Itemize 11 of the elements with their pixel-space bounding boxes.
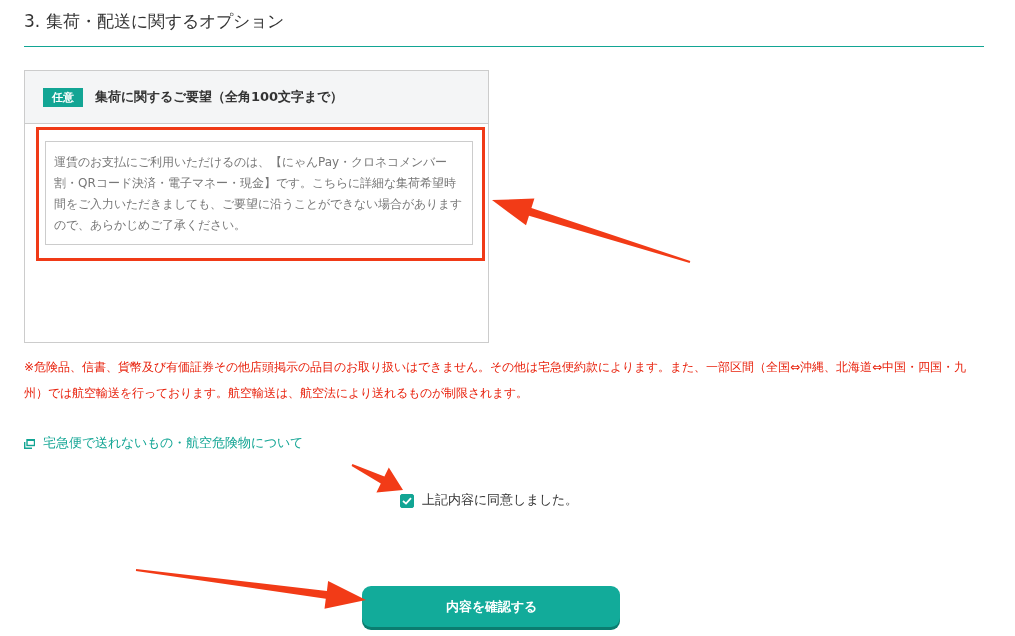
confirm-button[interactable]: 内容を確認する bbox=[362, 586, 620, 627]
optional-badge: 任意 bbox=[43, 87, 83, 107]
external-window-icon bbox=[24, 438, 35, 449]
info-link[interactable]: 宅急便で送れないもの・航空危険物について bbox=[43, 435, 303, 452]
field-label: 集荷に関するご要望（全角100文字まで） bbox=[95, 88, 344, 106]
agree-checkbox[interactable] bbox=[400, 493, 414, 508]
section-heading: 3. 集荷・配送に関するオプション bbox=[24, 0, 984, 47]
agreement-label: 上記内容に同意しました。 bbox=[422, 492, 578, 509]
request-textarea[interactable]: 運賃のお支払にご利用いただけるのは、【にゃんPay・クロネコメンバー割・QRコード決済・電子マネー・現金】です。こちらに詳細な集荷希望時間をご入力いただきましても、ご要望に沿うことができない場合がありますので、あらかじめご了承ください。 bbox=[45, 141, 473, 245]
annotation-arrow bbox=[351, 464, 403, 493]
warning-notice: ※危険品、信書、貨幣及び有価証券その他店頭掲示の品目のお取り扱いはできません。その他は宅急便約款によります。また、一部区間（全国⇔沖縄、北海道⇔中国・四国・九州）では航空輸送を行っております。航空輸送は、航空法により送れるものが制限されます。 bbox=[24, 359, 968, 402]
